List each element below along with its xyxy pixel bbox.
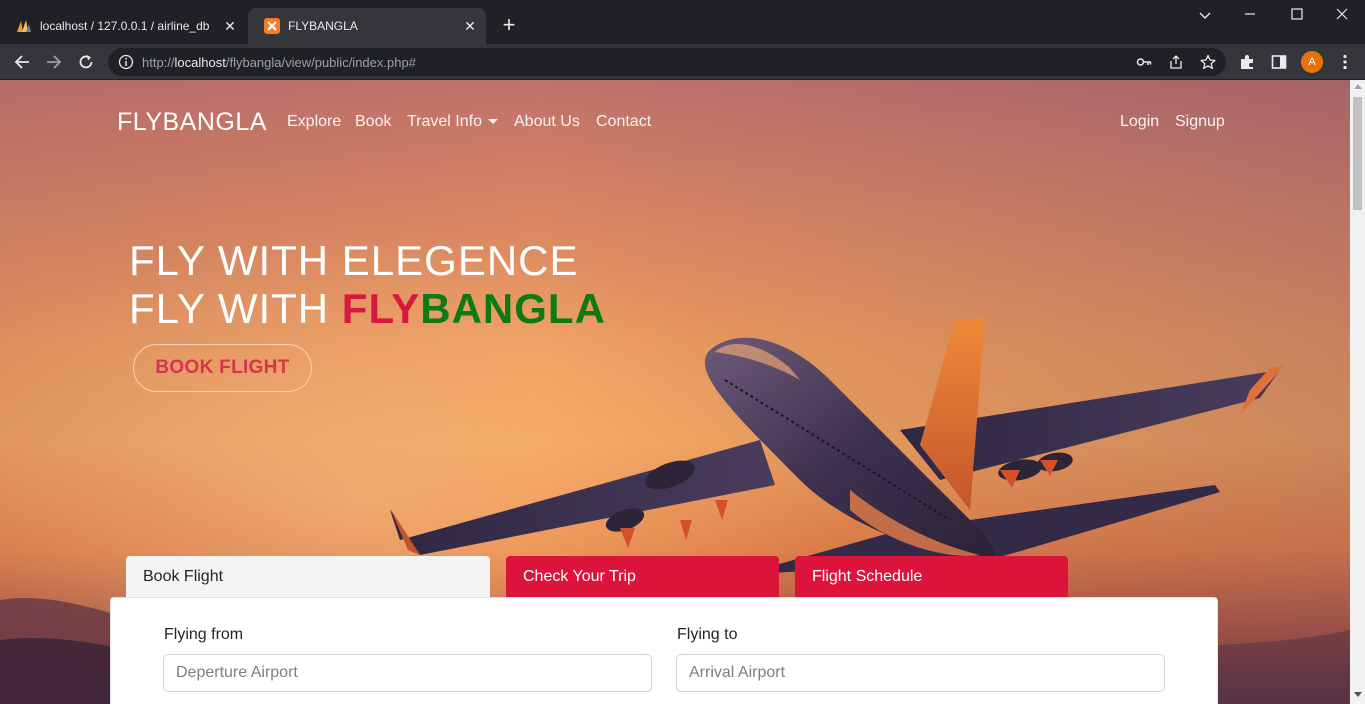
- page-viewport: FLYBANGLA Explore Book Travel Info About…: [0, 80, 1350, 704]
- departure-airport-input[interactable]: [163, 654, 652, 692]
- address-bar[interactable]: http://localhost/flybangla/view/public/i…: [108, 48, 1226, 76]
- reload-icon[interactable]: [74, 50, 98, 74]
- nav-login[interactable]: Login: [1120, 113, 1159, 131]
- browser-tab-strip: localhost / 127.0.0.1 / airline_db / ✕ F…: [0, 0, 1365, 44]
- phpmyadmin-icon: [16, 18, 32, 34]
- new-tab-icon[interactable]: +: [498, 14, 520, 36]
- profile-avatar[interactable]: A: [1301, 51, 1323, 73]
- nav-book[interactable]: Book: [355, 113, 391, 131]
- close-tab-icon[interactable]: ✕: [462, 18, 478, 34]
- key-icon[interactable]: [1136, 54, 1152, 70]
- page-scrollbar[interactable]: [1350, 80, 1365, 704]
- scrollbar-thumb[interactable]: [1353, 97, 1362, 210]
- share-icon[interactable]: [1168, 54, 1184, 70]
- back-arrow-icon[interactable]: [10, 50, 34, 74]
- xampp-icon: [264, 18, 280, 34]
- nav-travel-info[interactable]: Travel Info: [407, 113, 498, 131]
- bookmark-star-icon[interactable]: [1200, 54, 1216, 70]
- hero-headline-line2: FLY WITH FLYBANGLA: [129, 285, 606, 333]
- nav-about-us[interactable]: About Us: [514, 113, 580, 131]
- extensions-puzzle-icon[interactable]: [1238, 53, 1256, 71]
- hero-brand-fly: FLY: [341, 285, 421, 332]
- nav-contact[interactable]: Contact: [596, 113, 651, 131]
- tab-check-your-trip[interactable]: Check Your Trip: [506, 556, 779, 598]
- tab-search-chevron-icon[interactable]: [1195, 6, 1215, 26]
- hero-line2-prefix: FLY WITH: [129, 285, 342, 332]
- minimize-icon[interactable]: [1240, 6, 1260, 26]
- hero-headline-line1: FLY WITH ELEGENCE: [129, 237, 579, 284]
- dropdown-caret-icon: [488, 119, 498, 125]
- scroll-down-arrow-icon[interactable]: [1354, 692, 1362, 697]
- tab-book-flight[interactable]: Book Flight: [126, 556, 490, 598]
- side-panel-icon[interactable]: [1270, 53, 1288, 71]
- tab-title: localhost / 127.0.0.1 / airline_db /: [40, 19, 210, 33]
- browser-toolbar: http://localhost/flybangla/view/public/i…: [0, 44, 1365, 80]
- booking-form-card: Flying from Flying to: [110, 597, 1218, 704]
- close-window-icon[interactable]: [1332, 6, 1352, 26]
- nav-travel-info-label: Travel Info: [407, 113, 482, 130]
- site-info-icon[interactable]: [118, 54, 134, 70]
- nav-explore[interactable]: Explore: [287, 113, 341, 131]
- flying-from-label: Flying from: [164, 626, 244, 643]
- site-brand-logo[interactable]: FLYBANGLA: [117, 108, 267, 137]
- tab-flight-schedule[interactable]: Flight Schedule: [795, 556, 1068, 598]
- more-menu-icon[interactable]: [1336, 53, 1354, 71]
- tab-title: FLYBANGLA: [288, 19, 358, 33]
- browser-tab-flybangla[interactable]: FLYBANGLA ✕: [248, 8, 486, 44]
- hero-brand-bangla: BANGLA: [420, 285, 606, 332]
- maximize-icon[interactable]: [1287, 6, 1307, 26]
- book-flight-cta-button[interactable]: BOOK FLIGHT: [133, 344, 312, 392]
- url-text: http://localhost/flybangla/view/public/i…: [142, 55, 416, 70]
- browser-tab-phpmyadmin[interactable]: localhost / 127.0.0.1 / airline_db / ✕: [0, 8, 246, 44]
- nav-signup[interactable]: Signup: [1175, 113, 1225, 131]
- scroll-up-arrow-icon[interactable]: [1354, 84, 1362, 89]
- arrival-airport-input[interactable]: [676, 654, 1165, 692]
- forward-arrow-icon[interactable]: [42, 50, 66, 74]
- flying-to-label: Flying to: [677, 626, 738, 643]
- close-tab-icon[interactable]: ✕: [222, 18, 238, 34]
